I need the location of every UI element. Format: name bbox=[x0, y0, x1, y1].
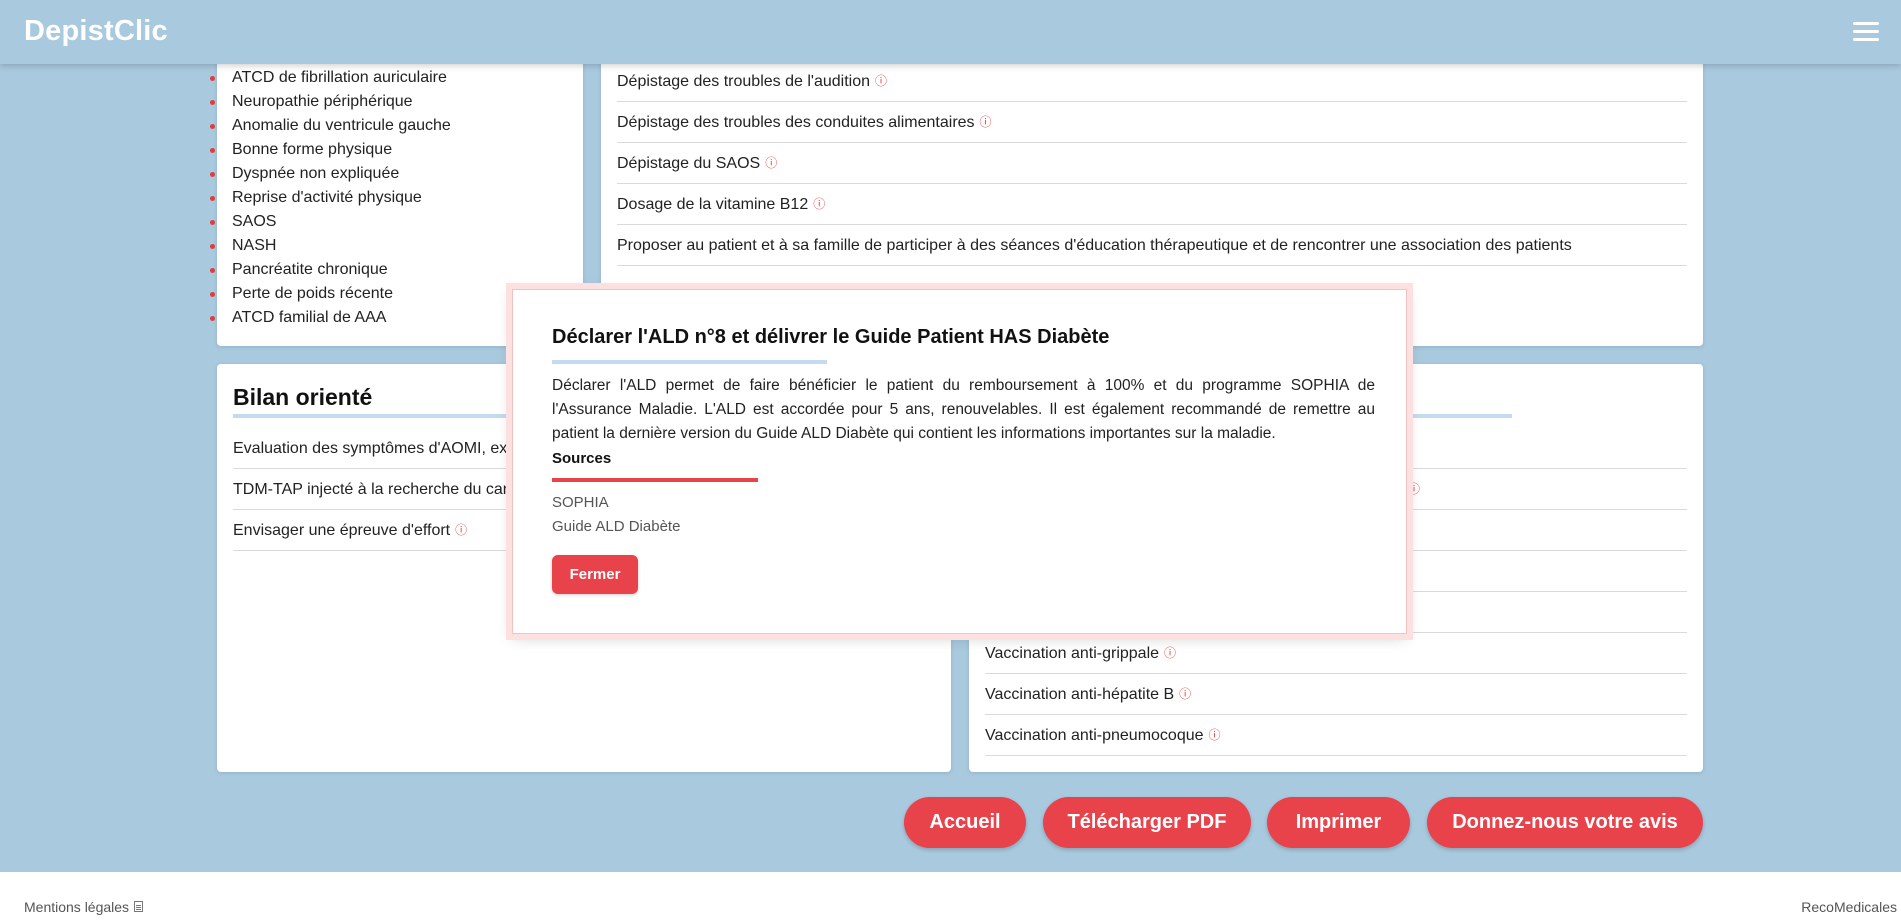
ald-modal: Déclarer l'ALD n°8 et délivrer le Guide … bbox=[512, 289, 1407, 634]
bilan-title: Bilan orienté bbox=[233, 384, 373, 410]
sources-underline bbox=[552, 478, 758, 482]
info-icon[interactable]: ⓘ bbox=[813, 197, 825, 211]
info-icon[interactable]: ⓘ bbox=[1408, 469, 1420, 509]
info-icon[interactable]: ⓘ bbox=[980, 115, 992, 129]
list-item: Anomalie du ventricule gauche bbox=[210, 114, 451, 138]
hamburger-menu-icon[interactable] bbox=[1853, 22, 1879, 41]
list-item: ATCD familial de AAA bbox=[210, 306, 451, 330]
list-item: Reprise d'activité physique bbox=[210, 186, 451, 210]
info-icon[interactable]: ⓘ bbox=[765, 156, 777, 170]
modal-title-underline bbox=[552, 360, 827, 364]
vaccination-row: Vaccination anti-pneumocoque ⓘ bbox=[985, 715, 1687, 756]
modal-description: Déclarer l'ALD permet de faire bénéficie… bbox=[552, 377, 1375, 442]
list-item: Perte de poids récente bbox=[210, 282, 451, 306]
feedback-button[interactable]: Donnez-nous votre avis bbox=[1427, 797, 1703, 848]
list-item: SAOS bbox=[210, 210, 451, 234]
list-item: Neuropathie périphérique bbox=[210, 90, 451, 114]
info-icon[interactable]: ⓘ bbox=[1179, 687, 1191, 701]
bilan-row: Envisager une épreuve d'effort ⓘ bbox=[233, 510, 518, 551]
bilan-row: Evaluation des symptômes d'AOMI, exa bbox=[233, 428, 518, 469]
vaccination-row: Vaccination anti-hépatite Bⓘ bbox=[985, 674, 1687, 715]
screening-row: Dépistage des troubles de l'audition ⓘ bbox=[617, 61, 1687, 102]
screening-row: Dépistage des troubles des conduites ali… bbox=[617, 102, 1687, 143]
info-icon[interactable]: ⓘ bbox=[455, 523, 467, 537]
screening-row: Dosage de la vitamine B12 ⓘ bbox=[617, 184, 1687, 225]
bilan-title-underline bbox=[233, 414, 553, 418]
print-button[interactable]: Imprimer bbox=[1267, 797, 1410, 848]
list-item: NASH bbox=[210, 234, 451, 258]
source-item[interactable]: SOPHIA bbox=[552, 494, 609, 511]
vaccination-row: Vaccination anti-grippale ⓘ bbox=[985, 633, 1687, 674]
document-icon bbox=[134, 901, 144, 912]
list-item: ATCD de fibrillation auriculaire bbox=[210, 66, 451, 90]
close-button[interactable]: Fermer bbox=[552, 555, 638, 594]
screening-row: Proposer au patient et à sa famille de p… bbox=[617, 225, 1687, 266]
bilan-row: TDM-TAP injecté à la recherche du canc bbox=[233, 469, 518, 510]
footer: Mentions légales RecoMedicales bbox=[0, 872, 1901, 923]
modal-title: Déclarer l'ALD n°8 et délivrer le Guide … bbox=[552, 326, 1110, 348]
brand-logo[interactable]: DepistClic bbox=[24, 15, 168, 48]
list-item: Bonne forme physique bbox=[210, 138, 451, 162]
info-icon[interactable]: ⓘ bbox=[1209, 728, 1221, 742]
vaccination-title-underline bbox=[1407, 414, 1512, 418]
legal-link[interactable]: Mentions légales bbox=[24, 899, 144, 915]
sources-heading: Sources bbox=[552, 450, 612, 467]
info-icon[interactable]: ⓘ bbox=[875, 74, 887, 88]
list-item: Dyspnée non expliquée bbox=[210, 162, 451, 186]
info-icon[interactable]: ⓘ bbox=[1164, 646, 1176, 660]
home-button[interactable]: Accueil bbox=[904, 797, 1026, 848]
download-pdf-button[interactable]: Télécharger PDF bbox=[1043, 797, 1251, 848]
list-item: Pancréatite chronique bbox=[210, 258, 451, 282]
screening-row: Dépistage du SAOS ⓘ bbox=[617, 143, 1687, 184]
navbar: DepistClic bbox=[0, 0, 1901, 64]
source-item[interactable]: Guide ALD Diabète bbox=[552, 518, 680, 535]
footer-brand[interactable]: RecoMedicales bbox=[1801, 899, 1897, 915]
risk-factors-list: ATCD de fibrillation auriculaire Neuropa… bbox=[210, 66, 451, 330]
